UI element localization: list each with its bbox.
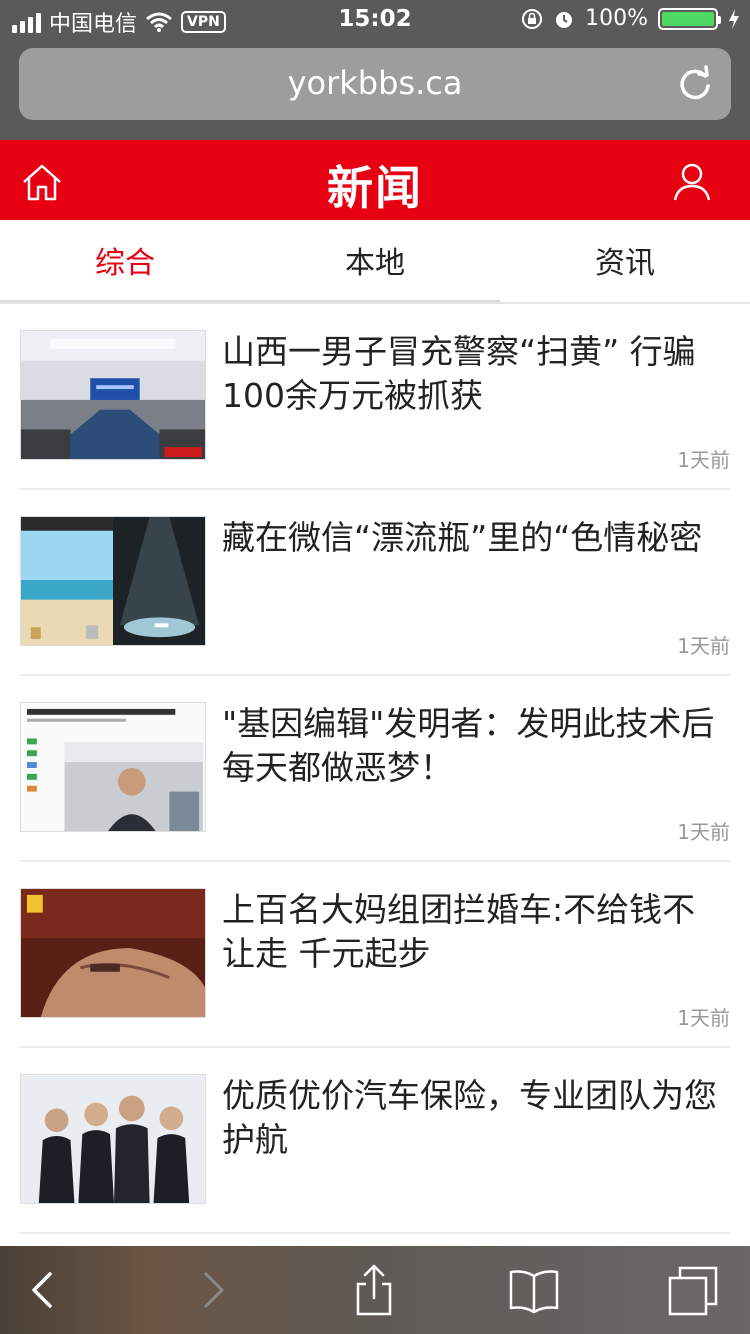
list-item[interactable]: 上百名大妈组团拦婚车:不给钱不让走 千元起步 1天前 [0,862,750,1048]
browser-address-area: yorkbbs.ca [0,40,750,140]
category-tabs: 综合 本地 资讯 [0,220,750,304]
article-title[interactable]: 上百名大妈组团拦婚车:不给钱不让走 千元起步 [222,888,727,976]
tabs-icon[interactable] [668,1264,720,1316]
browser-toolbar [0,1246,750,1334]
chevron-left-icon[interactable] [18,1264,70,1316]
tab-bendi[interactable]: 本地 [250,238,500,282]
list-item[interactable]: "基因编辑"发明者：发明此技术后 每天都做恶梦！ 1天前 [0,676,750,862]
article-title[interactable]: 山西一男子冒充警察“扫黄” 行骗100余万元被抓获 [222,330,727,418]
alarm-icon [556,11,573,28]
article-thumbnail [20,702,206,832]
article-time: 1天前 [677,820,730,844]
article-title[interactable]: 藏在微信“漂流瓶”里的“色情秘密 [222,516,727,560]
tab-zonghe[interactable]: 综合 [0,238,250,282]
reload-icon[interactable] [675,64,715,104]
article-thumbnail [20,1074,206,1204]
article-thumbnail [20,516,206,646]
article-thumbnail [20,888,206,1018]
article-time: 1天前 [677,448,730,472]
list-item[interactable]: 藏在微信“漂流瓶”里的“色情秘密 1天前 [0,490,750,676]
charging-icon [729,8,739,29]
status-bar: 中国电信 VPN 15:02 100% [0,0,750,40]
battery-percent: 100% [585,6,648,31]
divider [20,1232,730,1234]
battery-fill [662,11,714,26]
article-time: 1天前 [677,634,730,658]
status-right: 100% [521,6,740,31]
article-time: 1天前 [677,1006,730,1030]
list-item[interactable]: 优质优价汽车保险，专业团队为您护航 [0,1048,750,1234]
url-text[interactable]: yorkbbs.ca [19,64,731,102]
address-bar[interactable]: yorkbbs.ca [19,48,731,120]
article-thumbnail [20,330,206,460]
article-title[interactable]: 优质优价汽车保险，专业团队为您护航 [222,1074,727,1162]
rotation-lock-icon [522,8,543,29]
article-list: 山西一男子冒充警察“扫黄” 行骗100余万元被抓获 1天前 藏在微信“漂流瓶”里… [0,304,750,1234]
chevron-right-icon[interactable] [186,1264,238,1316]
tab-zixun[interactable]: 资讯 [500,238,750,282]
tab-indicator [0,300,500,302]
app-header: 新闻 [0,140,750,220]
book-icon[interactable] [508,1264,560,1316]
share-icon[interactable] [348,1264,400,1316]
user-icon[interactable] [670,160,714,204]
battery-icon [658,7,721,30]
list-item[interactable]: 山西一男子冒充警察“扫黄” 行骗100余万元被抓获 1天前 [0,304,750,490]
article-title[interactable]: "基因编辑"发明者：发明此技术后 每天都做恶梦！ [222,702,727,790]
page-title: 新闻 [327,161,423,215]
